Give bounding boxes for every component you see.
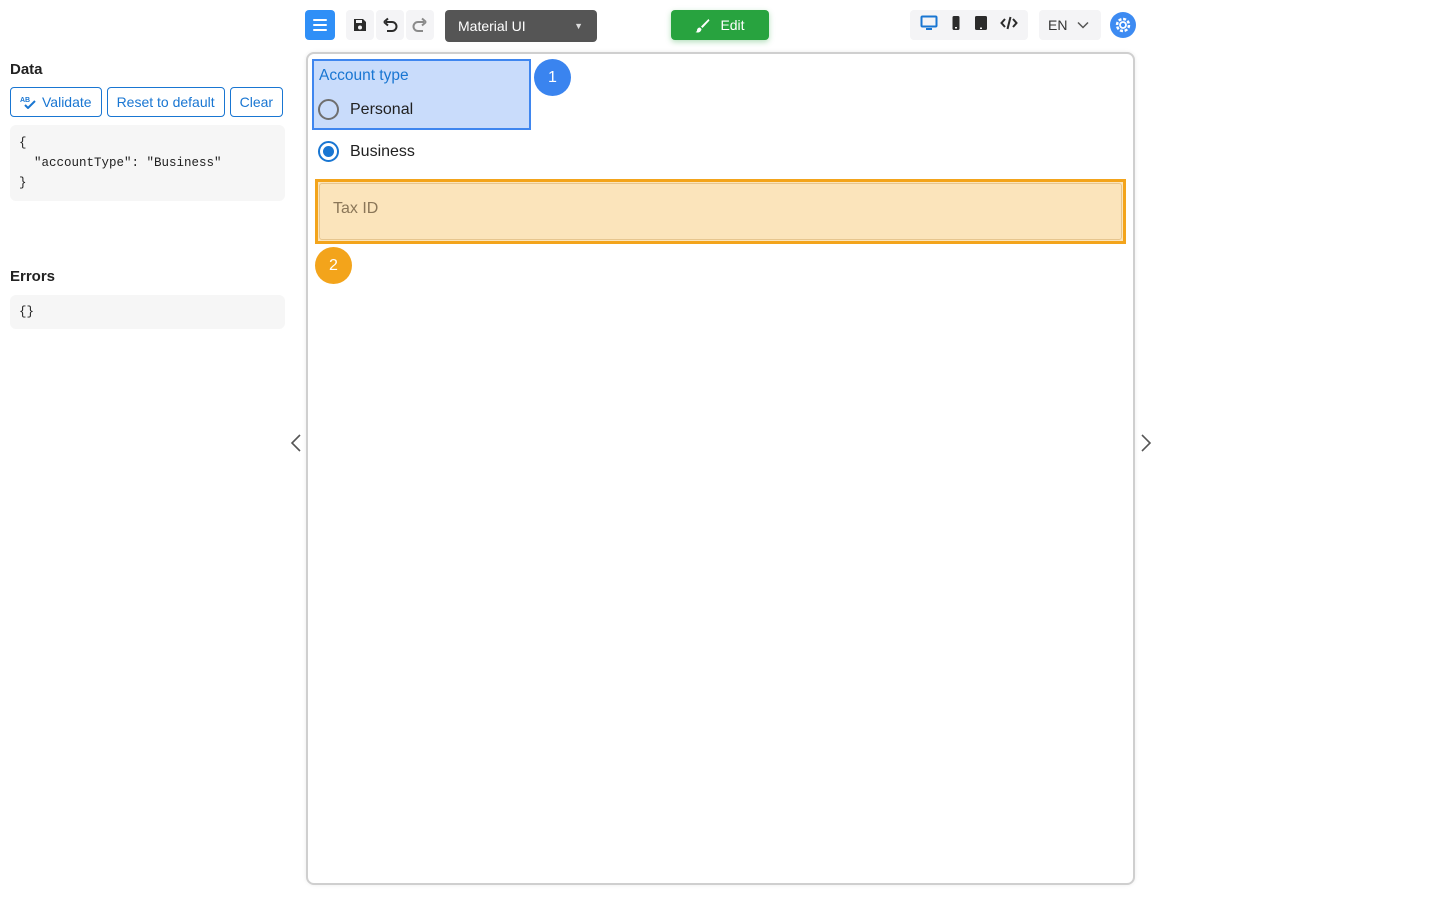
edit-button[interactable]: Edit (671, 10, 769, 40)
edit-label: Edit (720, 17, 745, 33)
data-actions: AB Validate Reset to default Clear (10, 87, 285, 117)
validate-button[interactable]: AB Validate (10, 87, 102, 117)
data-json-viewer: { "accountType": "Business" } (10, 125, 285, 201)
device-preview-group (910, 10, 1028, 40)
radio-checked-icon[interactable] (318, 141, 339, 162)
save-icon (354, 19, 366, 31)
reset-to-default-button[interactable]: Reset to default (106, 87, 225, 117)
chevron-right-icon[interactable] (1138, 432, 1154, 454)
tablet-view-button[interactable] (974, 15, 988, 36)
tax-id-input[interactable] (319, 183, 1122, 240)
redo-icon (412, 17, 427, 32)
data-panel: Data AB Validate Reset to default Clear … (10, 60, 285, 329)
account-type-label: Account type (319, 67, 409, 84)
chevron-down-icon: ▼ (574, 21, 583, 31)
language-select[interactable]: EN (1039, 10, 1101, 40)
clear-button[interactable]: Clear (229, 87, 284, 117)
radio-label-personal: Personal (350, 100, 414, 118)
step-badge-2: 2 (315, 247, 352, 284)
undo-icon (383, 17, 398, 32)
spellcheck-icon: AB (20, 97, 36, 109)
validate-label: Validate (42, 94, 92, 110)
step-badge-1: 1 (534, 59, 571, 96)
errors-json-viewer: {} (10, 295, 285, 329)
gear-icon (1115, 17, 1131, 33)
radio-unchecked-icon[interactable] (318, 99, 339, 120)
mobile-view-button[interactable] (950, 15, 962, 36)
theme-select[interactable]: Material UI ▼ (445, 10, 597, 42)
desktop-view-button[interactable] (920, 15, 938, 36)
data-title: Data (10, 61, 43, 78)
redo-button[interactable] (406, 10, 434, 40)
radio-option-business[interactable]: Business (318, 141, 415, 162)
menu-button[interactable] (305, 10, 335, 40)
desktop-icon (920, 15, 938, 30)
code-view-button[interactable] (1000, 15, 1018, 36)
hamburger-menu-icon (313, 19, 327, 31)
code-icon (1000, 16, 1018, 29)
save-button[interactable] (346, 10, 374, 40)
radio-option-personal[interactable]: Personal (318, 99, 413, 120)
brush-icon (695, 18, 710, 33)
undo-button[interactable] (376, 10, 404, 40)
reset-label: Reset to default (116, 94, 215, 110)
theme-select-value: Material UI (458, 18, 526, 34)
chevron-left-icon[interactable] (288, 432, 304, 454)
chevron-down-icon (1077, 21, 1089, 29)
mobile-icon (952, 15, 960, 30)
tax-id-placeholder: Tax ID (333, 200, 379, 217)
radio-label-business: Business (350, 142, 415, 160)
language-value: EN (1048, 17, 1068, 33)
settings-button[interactable] (1110, 12, 1136, 38)
clear-label: Clear (239, 94, 274, 110)
errors-title: Errors (10, 268, 56, 285)
svg-text:AB: AB (20, 97, 30, 104)
tablet-icon (975, 15, 987, 30)
form-preview-canvas (306, 52, 1135, 885)
